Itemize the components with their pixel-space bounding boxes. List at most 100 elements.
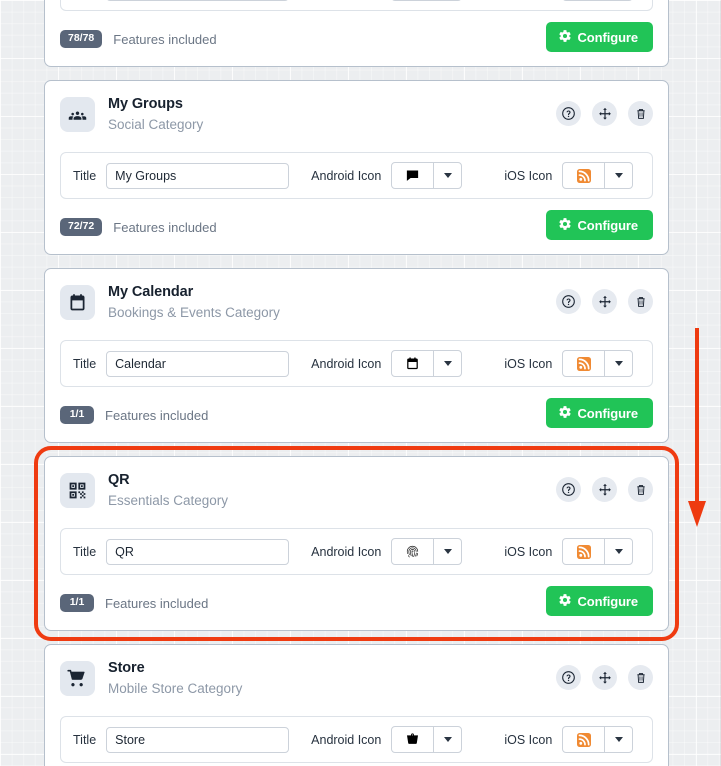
- card-header: QR Essentials Category: [60, 471, 653, 517]
- ios-icon-label: iOS Icon: [504, 356, 553, 371]
- ios-icon-label: iOS Icon: [504, 732, 553, 747]
- title-input[interactable]: [106, 350, 290, 377]
- configure-button[interactable]: Configure: [545, 22, 653, 52]
- chevron-down-icon[interactable]: [604, 163, 632, 188]
- ios-icon-select[interactable]: [562, 0, 634, 1]
- card-header-text: My Groups Social Category: [108, 95, 203, 134]
- chevron-down-icon[interactable]: [604, 351, 632, 376]
- app-card-qr: QR Essentials Category Title Android Icon iO…: [34, 446, 679, 641]
- help-button[interactable]: [556, 477, 581, 502]
- fingerprint-icon: [392, 539, 433, 564]
- title-input[interactable]: [106, 726, 290, 753]
- configure-button[interactable]: Configure: [545, 398, 653, 428]
- android-icon-select[interactable]: [391, 350, 463, 377]
- app-name: Store: [108, 660, 145, 676]
- help-button[interactable]: [556, 665, 581, 690]
- help-button[interactable]: [556, 101, 581, 126]
- chevron-down-icon[interactable]: [604, 727, 632, 752]
- app-category: Mobile Store Category: [108, 681, 243, 696]
- move-handle-button[interactable]: [592, 665, 617, 690]
- card-footer: 1/1 Features included Configure: [60, 398, 653, 430]
- android-icon-select[interactable]: [391, 726, 463, 753]
- move-arrows-icon: [598, 671, 612, 685]
- card-actions: [556, 289, 653, 314]
- rss-icon: [563, 163, 604, 188]
- chevron-down-icon[interactable]: [604, 539, 632, 564]
- delete-button[interactable]: [628, 101, 653, 126]
- configure-label: Configure: [577, 593, 639, 609]
- move-handle-button[interactable]: [592, 101, 617, 126]
- title-input[interactable]: [106, 0, 290, 1]
- card-header-text: QR Essentials Category: [108, 471, 228, 510]
- ios-icon-label: iOS Icon: [504, 168, 553, 183]
- delete-button[interactable]: [628, 665, 653, 690]
- app-card-my-groups: My Groups Social Category Title Android Ico…: [44, 80, 669, 255]
- configure-button[interactable]: Configure: [545, 586, 653, 616]
- card-form-row: Title Android Icon iOS Icon: [60, 716, 653, 763]
- android-icon-label: Android Icon: [311, 732, 382, 747]
- chevron-down-icon[interactable]: [433, 727, 461, 752]
- move-handle-button[interactable]: [592, 289, 617, 314]
- ios-icon-select[interactable]: [562, 538, 634, 565]
- calendar-icon: [60, 285, 95, 320]
- gear-icon: [558, 217, 572, 234]
- help-circle-icon: [561, 106, 576, 121]
- help-circle-icon: [561, 482, 576, 497]
- app-cards-column: Title Android Icon iOS Icon 78/78 Features i…: [34, 0, 679, 766]
- red-down-arrow-annotation: [688, 328, 706, 527]
- app-card-my-channels: TitleAndroid IconiOS Icon 78/78 Features i…: [44, 0, 669, 67]
- move-arrows-icon: [598, 107, 612, 121]
- title-label: Title: [73, 168, 97, 183]
- card-header: My Calendar Bookings & Events Category: [60, 283, 653, 329]
- app-card-store: Store Mobile Store Category Title Android I…: [44, 644, 669, 766]
- delete-button[interactable]: [628, 477, 653, 502]
- card-actions: [556, 477, 653, 502]
- android-icon-select[interactable]: [391, 0, 463, 1]
- qr-code-icon: [60, 473, 95, 508]
- features-badge: 72/72: [60, 218, 103, 236]
- title-label: Title: [73, 356, 97, 371]
- app-category: Bookings & Events Category: [108, 305, 280, 320]
- move-arrows-icon: [598, 295, 612, 309]
- app-name: QR: [108, 472, 130, 488]
- android-icon-label: Android Icon: [311, 168, 382, 183]
- title-input[interactable]: [106, 538, 290, 565]
- app-list-page: Title Android Icon iOS Icon 78/78 Features i…: [0, 0, 721, 766]
- trash-icon: [634, 671, 648, 685]
- card-form-row: Title Android Icon iOS Icon: [60, 152, 653, 199]
- features-included-label: Features included: [113, 31, 217, 47]
- help-button[interactable]: [556, 289, 581, 314]
- move-handle-button[interactable]: [592, 477, 617, 502]
- ios-icon-select[interactable]: [562, 162, 634, 189]
- delete-button[interactable]: [628, 289, 653, 314]
- trash-icon: [634, 295, 648, 309]
- card-actions: [556, 101, 653, 126]
- features-included-label: Features included: [105, 407, 209, 423]
- help-circle-icon: [561, 294, 576, 309]
- configure-button[interactable]: Configure: [545, 210, 653, 240]
- rss-icon: [563, 539, 604, 564]
- help-circle-icon: [561, 670, 576, 685]
- features-included-label: Features included: [105, 595, 209, 611]
- people-group-icon: [60, 97, 95, 132]
- gear-icon: [558, 405, 572, 422]
- android-icon-select[interactable]: [391, 538, 463, 565]
- ios-icon-select[interactable]: [562, 350, 634, 377]
- card-footer: 72/72 Features included Configure: [60, 210, 653, 242]
- ios-icon-label: iOS Icon: [504, 544, 553, 559]
- title-input[interactable]: [106, 162, 290, 189]
- chevron-down-icon[interactable]: [433, 351, 461, 376]
- rss-icon: [563, 727, 604, 752]
- card-form-row: TitleAndroid IconiOS Icon: [60, 528, 653, 575]
- ios-icon-select[interactable]: [562, 726, 634, 753]
- features-badge: 1/1: [60, 594, 94, 612]
- features-badge: 1/1: [60, 406, 94, 424]
- chevron-down-icon[interactable]: [433, 163, 461, 188]
- trash-icon: [634, 107, 648, 121]
- chevron-down-icon[interactable]: [433, 539, 461, 564]
- card-form-row: TitleAndroid IconiOS Icon: [60, 0, 653, 11]
- android-icon-select[interactable]: [391, 162, 463, 189]
- title-label: Title: [73, 544, 97, 559]
- configure-label: Configure: [577, 405, 639, 421]
- title-label: Title: [73, 732, 97, 747]
